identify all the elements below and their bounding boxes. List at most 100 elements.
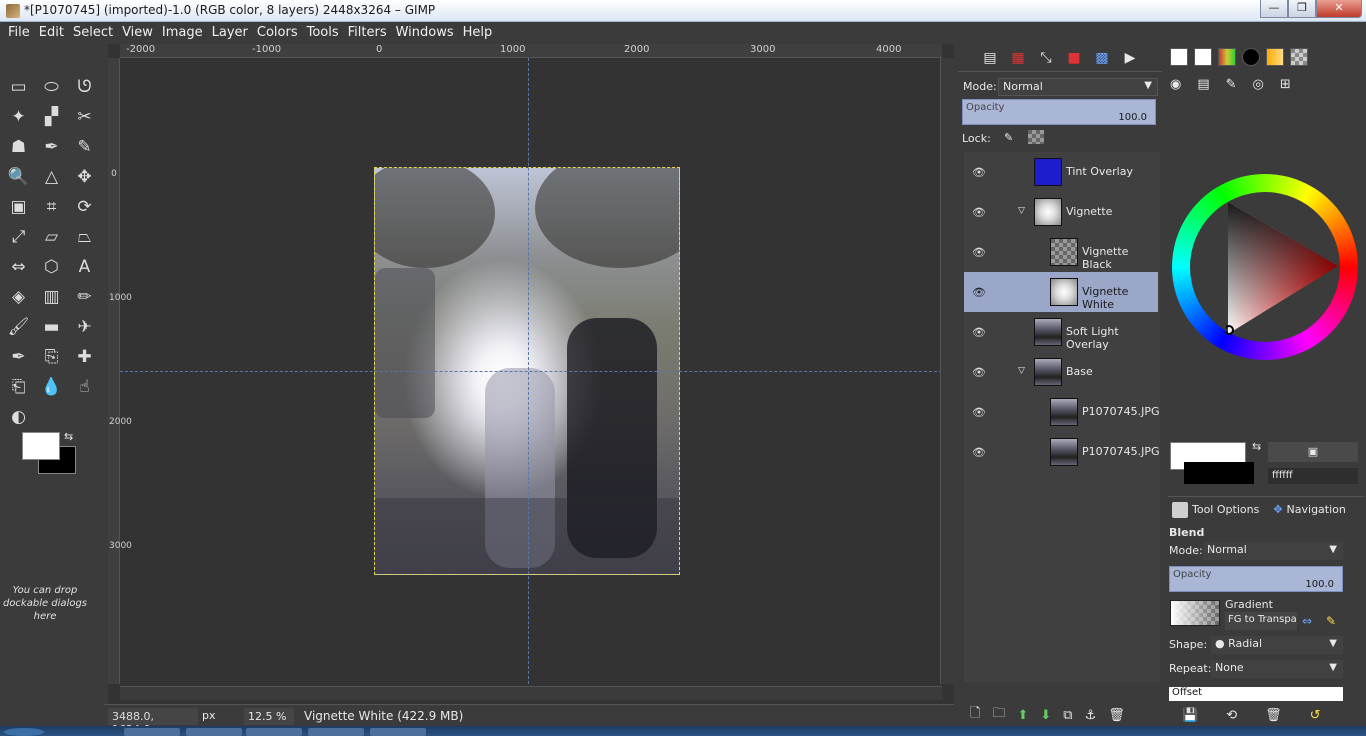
pattern-tab-icon[interactable] — [1290, 48, 1308, 66]
tabs-more-icon[interactable]: ▶ — [1118, 50, 1142, 66]
visibility-eye-icon[interactable]: 👁 — [972, 166, 986, 179]
start-button[interactable] — [4, 728, 44, 736]
close-button[interactable]: ✕ — [1316, 0, 1362, 18]
menu-image[interactable]: Image — [158, 22, 208, 44]
expand-group-icon[interactable]: ▽ — [1018, 366, 1025, 376]
horizontal-guide[interactable] — [120, 371, 942, 372]
swap-colors-icon[interactable]: ⇆ — [64, 430, 73, 443]
color-picker-button[interactable]: ▣ — [1268, 442, 1358, 462]
undo-tab-icon[interactable]: ■ — [1062, 50, 1086, 66]
scale-tool-icon[interactable]: ⤢ — [2, 222, 35, 252]
paintbrush-tool-icon[interactable]: 🖌 — [2, 312, 35, 342]
tool-mode-select[interactable]: Normal — [1203, 542, 1343, 560]
menu-windows[interactable]: Windows — [392, 22, 459, 44]
edit-gradient-icon[interactable]: ✎ — [1326, 614, 1336, 628]
lock-alpha-icon[interactable] — [1028, 130, 1044, 144]
tool-opacity-slider[interactable]: Opacity 100.0 — [1169, 566, 1343, 592]
vertical-guide[interactable] — [528, 58, 529, 684]
menu-file[interactable]: File — [4, 22, 35, 44]
horizontal-scrollbar[interactable] — [120, 686, 942, 700]
channels-tab-icon[interactable]: ▩ — [1090, 50, 1114, 66]
fg-bg-colors[interactable]: ⇆ — [22, 430, 78, 478]
clone-tool-icon[interactable]: ⎘ — [35, 342, 68, 372]
layer-row[interactable]: 👁 Vignette White — [964, 272, 1158, 312]
fg-tab-icon[interactable] — [1194, 48, 1212, 66]
swap-colors-icon[interactable]: ⇆ — [1252, 440, 1261, 453]
menu-colors[interactable]: Colors — [253, 22, 303, 44]
color-triangle[interactable] — [1226, 202, 1346, 342]
vertical-scrollbar[interactable] — [940, 58, 954, 684]
visibility-eye-icon[interactable]: 👁 — [972, 326, 986, 339]
visibility-eye-icon[interactable]: 👁 — [972, 206, 986, 219]
reset-options-icon[interactable]: ↺ — [1310, 708, 1321, 723]
restore-options-icon[interactable]: ⟲ — [1226, 708, 1237, 723]
duplicate-layer-icon[interactable]: ⧉ — [1063, 708, 1072, 723]
layer-row[interactable]: 👁 Soft Light Overlay — [964, 312, 1158, 352]
lower-layer-icon[interactable]: ⬇ — [1040, 708, 1051, 723]
delete-layer-icon[interactable]: 🗑 — [1108, 708, 1125, 723]
align-tool-icon[interactable]: ▣ — [2, 192, 35, 222]
offset-slider[interactable]: Offset — [1169, 687, 1343, 701]
layer-row[interactable]: 👁 Vignette Black — [964, 232, 1158, 272]
new-group-icon[interactable]: 🗀 — [992, 704, 1005, 726]
ink-tool-icon[interactable]: ✒ — [2, 342, 35, 372]
cage-tool-icon[interactable]: ⬡ — [35, 252, 68, 282]
menu-filters[interactable]: Filters — [344, 22, 392, 44]
gradient-name[interactable]: FG to Transparent — [1225, 612, 1297, 630]
menu-tools[interactable]: Tools — [303, 22, 344, 44]
scissors-tool-icon[interactable]: ✂ — [68, 102, 101, 132]
smudge-tool-icon[interactable]: ☝ — [68, 372, 101, 402]
watercolor-selector-icon[interactable]: ✎ — [1226, 77, 1237, 92]
wheel-selector-icon[interactable]: ◎ — [1253, 77, 1264, 92]
move-tool-icon[interactable]: ✥ — [68, 162, 101, 192]
save-options-icon[interactable]: 💾 — [1182, 708, 1198, 723]
anchor-layer-icon[interactable]: ⚓ — [1085, 708, 1097, 723]
paths-tab-icon[interactable]: ⤡ — [1034, 50, 1058, 66]
shear-tool-icon[interactable]: ▱ — [35, 222, 68, 252]
visibility-eye-icon[interactable]: 👁 — [972, 286, 986, 299]
visibility-eye-icon[interactable]: 👁 — [972, 366, 986, 379]
background-color[interactable] — [1184, 462, 1254, 484]
flip-tool-icon[interactable]: ⇔ — [2, 252, 35, 282]
raise-layer-icon[interactable]: ⬆ — [1017, 708, 1028, 723]
visibility-eye-icon[interactable]: 👁 — [972, 246, 986, 259]
visibility-eye-icon[interactable]: 👁 — [972, 406, 986, 419]
layer-opacity-slider[interactable]: Opacity 100.0 — [962, 99, 1156, 125]
taskbar-item[interactable] — [124, 728, 180, 736]
text-tool-icon[interactable]: A — [68, 252, 101, 282]
crop-tool-icon[interactable]: ⌗ — [35, 192, 68, 222]
menu-select[interactable]: Select — [69, 22, 118, 44]
lock-pixels-icon[interactable]: ✎ — [1004, 131, 1013, 144]
layer-row[interactable]: 👁 Tint Overlay — [964, 152, 1158, 192]
ellipse-select-tool-icon[interactable]: ⬭ — [35, 72, 68, 102]
blur-tool-icon[interactable]: 💧 — [35, 372, 68, 402]
layers-tab-icon[interactable]: ▤ — [978, 50, 1002, 66]
pencil-tool-icon[interactable]: ✏ — [68, 282, 101, 312]
minimize-button[interactable]: — — [1260, 0, 1288, 18]
rotate-tool-icon[interactable]: ⟳ — [68, 192, 101, 222]
hex-color-input[interactable]: ffffff — [1268, 468, 1358, 484]
fg-bg-tab-icon[interactable] — [1170, 48, 1188, 66]
menu-view[interactable]: View — [118, 22, 158, 44]
blend-tool-icon[interactable]: ▥ — [35, 282, 68, 312]
gradient-preview[interactable] — [1170, 600, 1220, 626]
taskbar-item[interactable] — [370, 728, 426, 736]
color-picker-tool-icon[interactable]: ✎ — [68, 132, 101, 162]
expand-group-icon[interactable]: ▽ — [1018, 206, 1025, 216]
delete-options-icon[interactable]: 🗑 — [1265, 708, 1282, 723]
brush-tab-icon[interactable] — [1242, 48, 1260, 66]
airbrush-tool-icon[interactable]: ✈ — [68, 312, 101, 342]
bucket-fill-tool-icon[interactable]: ◈ — [2, 282, 35, 312]
free-select-tool-icon[interactable]: ᘎ — [68, 72, 101, 102]
dodge-tool-icon[interactable]: ◐ — [2, 402, 35, 432]
tab-tool-options[interactable]: Tool Options — [1168, 501, 1263, 518]
reverse-gradient-icon[interactable]: ⇔ — [1302, 614, 1312, 628]
menu-help[interactable]: Help — [459, 22, 498, 44]
zoom-tool-icon[interactable]: 🔍 — [2, 162, 35, 192]
taskbar-item[interactable] — [308, 728, 364, 736]
layer-mode-select[interactable]: Normal — [998, 78, 1158, 96]
foreground-color-swatch[interactable] — [22, 432, 60, 460]
shape-select[interactable]: ● Radial — [1211, 636, 1343, 654]
maximize-button[interactable]: ❐ — [1288, 0, 1316, 18]
layer-row[interactable]: 👁 ▽ Vignette — [964, 192, 1158, 232]
